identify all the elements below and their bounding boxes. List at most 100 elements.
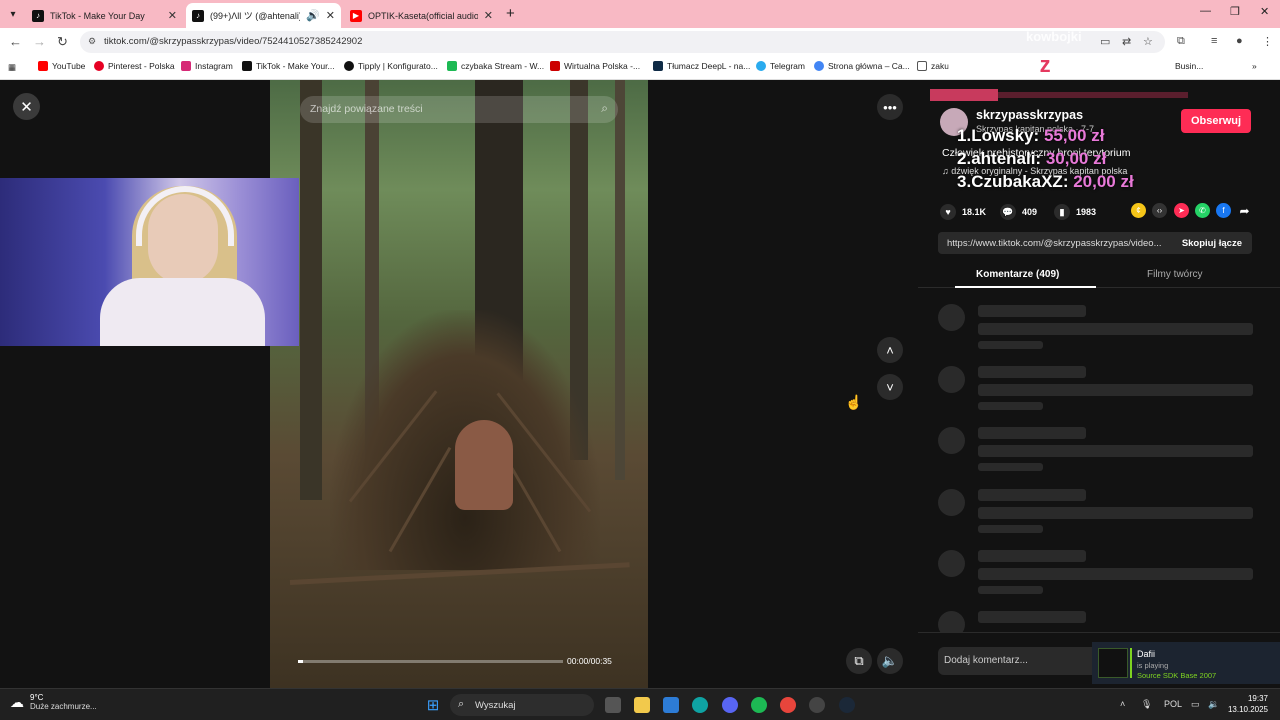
steam-notification[interactable]: Dafii is playing Source SDK Base 2007 [1092,642,1280,684]
tray-chevron-icon[interactable]: ˄ [1120,699,1125,709]
tab-comments[interactable]: Komentarze (409) [976,269,1059,280]
tiktok-icon: ♪ [32,9,44,22]
file-explorer-icon[interactable] [634,697,650,713]
friend-game: Source SDK Base 2007 [1137,671,1217,680]
close-player-button[interactable]: ✕ [13,93,40,120]
like-button[interactable]: ♥ 18.1K [940,204,986,220]
close-icon[interactable]: ✕ [484,9,493,22]
embed-icon[interactable]: ‹› [1152,203,1167,218]
pip-button[interactable]: ⧉ [846,648,872,674]
comment-button[interactable]: 💬 409 [1000,204,1037,220]
bookmark-deepl[interactable]: Tłumacz DeepL - na... [653,61,750,71]
bookmark-business[interactable]: Busin... [1175,61,1203,71]
progress-fill [298,660,304,663]
tab-creator-videos[interactable]: Filmy twórcy [1147,269,1203,280]
url-bar[interactable]: ⚙ tiktok.com/@skrzypasskrzypas/video/752… [80,31,1165,53]
close-icon[interactable]: ✕ [168,9,177,22]
close-icon[interactable]: ✕ [326,9,335,22]
profile-icon[interactable]: ● [1236,35,1243,47]
microphone-icon[interactable]: 🎙 [1141,699,1152,710]
goal-bar-fill [930,89,998,101]
previous-video-button[interactable]: ˄ [877,337,903,363]
restore-icon[interactable]: ❐ [1230,5,1240,18]
bookmark-instagram[interactable]: Instagram [181,61,233,71]
reload-icon[interactable]: ↻ [57,34,68,50]
tab-ahtenali[interactable]: ♪ (99+)Λll ツ (@ahtenali) | Ti 🔊 ✕ [186,3,341,28]
heart-icon: ♥ [940,204,956,220]
weather-widget[interactable]: ☁ 9°C Duże zachmurze... [10,693,97,711]
friend-avatar [1098,648,1128,678]
new-tab-button[interactable]: + [506,5,515,22]
top-donor-2: 2.ahtenali: 30,00 zł [957,149,1107,168]
mouse-cursor-icon: ☝ [845,394,863,410]
more-options-button[interactable]: ••• [877,94,903,120]
weather-text: Duże zachmurze... [30,702,97,711]
language-indicator[interactable]: POL [1164,699,1182,709]
tab-tiktok[interactable]: ♪ TikTok - Make Your Day ✕ [26,3,183,28]
related-search-input[interactable]: Znajdź powiązane treści ⌕ [300,96,618,123]
clock[interactable]: 19:37 13.10.2025 [1226,693,1268,715]
volume-button[interactable]: 🔈 [877,648,903,674]
send-icon[interactable]: ➤ [1174,203,1189,218]
discord-icon[interactable] [722,697,738,713]
bookmark-wp[interactable]: Wirtualna Polska -... [550,61,640,71]
friend-status: is playing [1137,661,1169,670]
network-icon[interactable]: ▭ [1191,699,1200,710]
whatsapp-icon[interactable]: ✆ [1195,203,1210,218]
tab-list-icon[interactable]: ▾ [4,5,22,23]
bookmark-czybaka[interactable]: czybaka Stream - W... [447,61,544,71]
facebook-icon[interactable]: f [1216,203,1231,218]
goal-progress: 134,00 zł z 500,00 zł [943,52,1148,77]
video-progress-bar[interactable] [298,660,563,663]
copy-link-button[interactable]: Skopiuj łącze [1182,238,1242,249]
steam-icon[interactable] [839,697,855,713]
url-text[interactable]: tiktok.com/@skrzypasskrzypas/video/75244… [104,36,362,47]
bookmark-star-icon[interactable]: ☆ [1143,35,1153,48]
comment-icon: 💬 [1000,204,1016,220]
obs-icon[interactable] [809,697,825,713]
tiktok-icon: ♪ [192,9,204,22]
more-bookmarks-icon[interactable]: » [1252,61,1257,71]
taskbar-search[interactable]: ⌕ Wyszukaj [450,694,594,716]
store-icon[interactable] [663,697,679,713]
media-icon[interactable]: ≡ [1211,35,1217,47]
minimize-icon[interactable]: — [1200,5,1211,17]
chrome-icon[interactable] [780,697,796,713]
tab-optik[interactable]: ▶ OPTIK-Kaseta(official audio) - Y ✕ [344,3,499,28]
forward-icon[interactable]: → [33,34,46,49]
bookmark-pinterest[interactable]: Pinterest - Polska [94,61,175,71]
volume-tray-icon[interactable]: 🔉 [1208,699,1219,710]
comment-input[interactable]: Dodaj komentarz... [938,647,1098,675]
author-username[interactable]: skrzypasskrzypas [976,108,1083,122]
cloud-icon: ☁ [10,693,24,710]
close-window-icon[interactable]: ✕ [1260,5,1269,18]
speaker-icon: 🔈 [881,653,899,668]
menu-icon[interactable]: ⋮ [1262,35,1273,48]
follow-button[interactable]: Obserwuj [1181,109,1251,133]
task-view-icon[interactable] [605,697,621,713]
translate-icon[interactable]: ⇄ [1122,35,1131,48]
video-link[interactable]: https://www.tiktok.com/@skrzypasskrzypas… [947,238,1167,249]
spotify-icon[interactable] [751,697,767,713]
install-icon[interactable]: ▭ [1100,35,1110,48]
coin-icon[interactable]: ¢ [1131,203,1146,218]
back-icon[interactable]: ← [9,34,22,49]
video-frame[interactable] [270,80,648,688]
share-arrow-icon[interactable]: ➦ [1237,203,1252,218]
tab-title: OPTIK-Kaseta(official audio) - Y [368,10,478,21]
site-info-icon[interactable]: ⚙ [88,36,96,47]
save-button[interactable]: ▮ 1983 [1054,204,1096,220]
speaker-icon[interactable]: 🔊 [306,9,320,22]
goal-bar-track [998,92,1188,98]
bookmark-strona[interactable]: Strona główna – Ca... [814,61,910,71]
bookmark-tipply[interactable]: Tipply | Konfigurato... [344,61,438,71]
bookmark-youtube[interactable]: YouTube [38,61,85,71]
extensions-icon[interactable]: ⧉ [1177,35,1185,48]
next-video-button[interactable]: ˅ [877,374,903,400]
windows-start-icon[interactable]: ⊞ [425,697,441,714]
edge-icon[interactable] [692,697,708,713]
apps-icon[interactable]: ▦ [8,62,16,73]
search-icon[interactable]: ⌕ [601,101,608,116]
bookmark-telegram[interactable]: Telegram [756,61,805,71]
bookmark-tiktok[interactable]: TikTok - Make Your... [242,61,335,71]
